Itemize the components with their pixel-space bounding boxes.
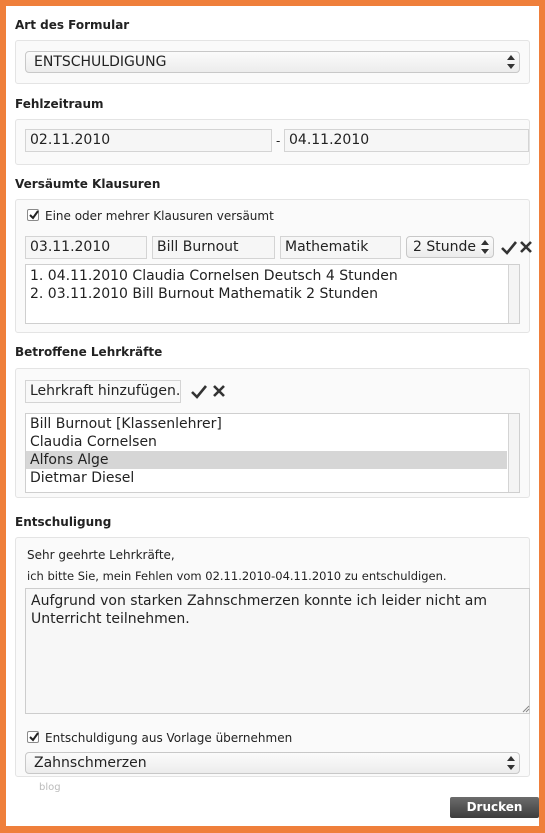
art-box: ENTSCHULDIGUNG — [15, 40, 530, 84]
klausuren-checkbox[interactable] — [27, 209, 39, 221]
template-checkbox[interactable] — [27, 731, 39, 743]
template-checkbox-label: Entschuldigung aus Vorlage übernehmen — [45, 731, 293, 745]
exam-list[interactable]: 1. 04.11.2010 Claudia Cornelsen Deutsch … — [25, 264, 520, 324]
cancel-x-icon[interactable] — [519, 238, 533, 256]
confirm-check-icon[interactable] — [190, 382, 208, 400]
klausuren-checkbox-label: Eine oder mehrer Klausuren versäumt — [45, 209, 274, 223]
watermark-text: blog — [39, 782, 61, 793]
checkmark-icon — [29, 732, 39, 742]
klausuren-box: Eine oder mehrer Klausuren versäumt 03.1… — [15, 199, 533, 333]
updown-arrows-icon — [507, 55, 515, 69]
teacher-list[interactable]: Bill Burnout [Klassenlehrer] Claudia Cor… — [25, 413, 520, 493]
scrollbar[interactable] — [508, 265, 519, 323]
cancel-x-icon[interactable] — [212, 382, 226, 400]
list-item[interactable]: Bill Burnout [Klassenlehrer] — [26, 415, 519, 433]
template-select-value: Zahnschmerzen — [34, 755, 147, 771]
list-item[interactable]: Dietmar Diesel — [26, 469, 519, 487]
section-title-fehlzeitraum: Fehlzeitraum — [15, 97, 104, 111]
print-button[interactable]: Drucken — [450, 797, 539, 818]
form-type-select-value: ENTSCHULDIGUNG — [34, 54, 167, 70]
list-item[interactable]: 2. 03.11.2010 Bill Burnout Mathematik 2 … — [26, 285, 519, 303]
date-separator: - — [276, 134, 281, 148]
template-select[interactable]: Zahnschmerzen — [25, 752, 520, 774]
list-item[interactable]: Claudia Cornelsen — [26, 433, 519, 451]
exam-hours-select[interactable]: 2 Stunde — [406, 236, 494, 258]
exam-hours-value: 2 Stunde — [413, 239, 476, 255]
confirm-check-icon[interactable] — [500, 238, 518, 256]
fehlzeit-box: 02.11.2010 - 04.11.2010 — [15, 119, 530, 165]
checkmark-icon — [29, 210, 39, 220]
date-from-input[interactable]: 02.11.2010 — [25, 129, 272, 152]
resize-handle-icon[interactable] — [522, 705, 530, 713]
scrollbar[interactable] — [508, 414, 519, 492]
form-type-select[interactable]: ENTSCHULDIGUNG — [25, 51, 520, 73]
excuse-textarea[interactable]: Aufgrund von starken Zahnschmerzen konnt… — [25, 588, 530, 714]
lehrkraefte-box: Lehrkraft hinzufügen. Bill Burnout [Klas… — [15, 368, 530, 498]
date-to-input[interactable]: 04.11.2010 — [284, 129, 529, 152]
section-title-lehrkraefte: Betroffene Lehrkräfte — [15, 345, 163, 359]
list-item[interactable]: 1. 04.11.2010 Claudia Cornelsen Deutsch … — [26, 267, 519, 285]
updown-arrows-icon — [481, 240, 489, 254]
add-teacher-input[interactable]: Lehrkraft hinzufügen. — [25, 380, 181, 403]
section-title-klausuren: Versäumte Klausuren — [15, 177, 161, 191]
form-window: Art des Formular ENTSCHULDIGUNG Fehlzeit… — [6, 6, 539, 826]
updown-arrows-icon — [507, 756, 515, 770]
section-title-entschuldigung: Entschuligung — [15, 515, 112, 529]
exam-teacher-input[interactable]: Bill Burnout — [152, 236, 275, 259]
exam-date-input[interactable]: 03.11.2010 — [25, 236, 147, 259]
exam-subject-input[interactable]: Mathematik — [280, 236, 401, 259]
list-item-selected[interactable]: Alfons Alge — [26, 451, 507, 469]
letter-greeting: Sehr geehrte Lehrkräfte, — [27, 548, 175, 562]
letter-intro: ich bitte Sie, mein Fehlen vom 02.11.201… — [27, 569, 447, 583]
entschuldigung-box: Sehr geehrte Lehrkräfte, ich bitte Sie, … — [15, 537, 530, 777]
section-title-art: Art des Formular — [15, 18, 130, 32]
